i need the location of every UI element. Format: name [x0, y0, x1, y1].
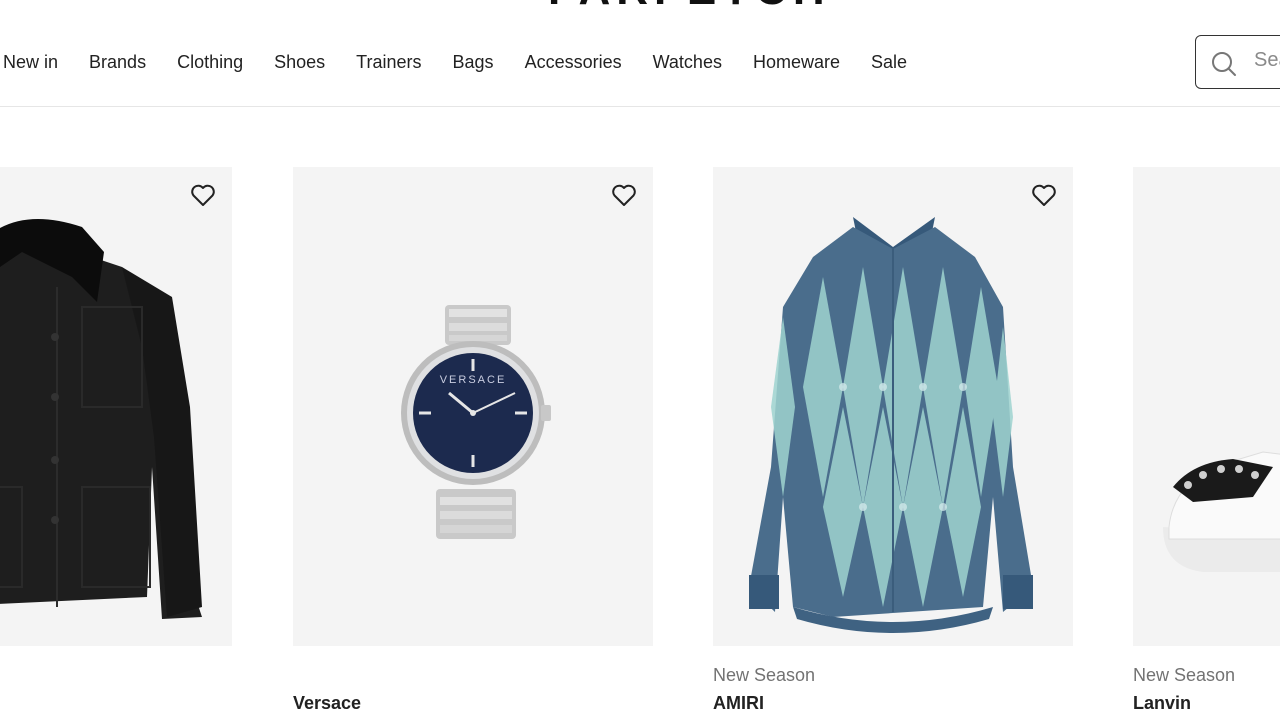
product-image[interactable]	[713, 167, 1073, 646]
lanvin-sneaker-image	[1163, 451, 1280, 572]
brand-name[interactable]: Versace	[293, 691, 653, 715]
product-meta: New Season AMIRI	[713, 664, 1073, 715]
season-label	[293, 664, 653, 686]
season-label	[0, 664, 232, 686]
product-image[interactable]	[0, 167, 232, 646]
product-card[interactable]: VERSACE Versace	[293, 167, 653, 713]
versace-watch-image: VERSACE	[401, 305, 551, 539]
brand-name[interactable]: AMIRI	[713, 691, 1073, 715]
watch-dial-text: VERSACE	[440, 374, 507, 386]
product-listing-page: FARFETCH New in Brands Clothing Shoes Tr…	[0, 0, 1280, 720]
product-card[interactable]: New Season AMIRI	[713, 167, 1073, 713]
wishlist-heart-icon[interactable]	[611, 183, 637, 207]
search-icon[interactable]	[1210, 50, 1238, 78]
site-header: FARFETCH New in Brands Clothing Shoes Tr…	[0, 0, 1280, 107]
nav-item-clothing[interactable]: Clothing	[177, 48, 258, 76]
main-nav: New in Brands Clothing Shoes Trainers Ba…	[3, 48, 938, 76]
nav-item-brands[interactable]: Brands	[89, 48, 161, 76]
black-jacket-image	[0, 219, 202, 619]
wishlist-heart-icon[interactable]	[190, 183, 216, 207]
product-image[interactable]	[1133, 167, 1280, 646]
nav-item-trainers[interactable]: Trainers	[356, 48, 436, 76]
product-card[interactable]: New Season Lanvin	[1133, 167, 1280, 713]
product-meta	[0, 664, 232, 691]
search-box[interactable]	[1195, 35, 1280, 89]
brand-name[interactable]: Lanvin	[1133, 691, 1280, 715]
nav-item-new-in[interactable]: New in	[3, 48, 73, 76]
wishlist-heart-icon[interactable]	[1031, 183, 1057, 207]
season-label: New Season	[1133, 665, 1236, 685]
nav-item-sale[interactable]: Sale	[871, 48, 922, 76]
search-input[interactable]	[1252, 48, 1280, 73]
nav-item-bags[interactable]: Bags	[453, 48, 509, 76]
product-image[interactable]: VERSACE	[293, 167, 653, 646]
site-logo[interactable]: FARFETCH	[548, 0, 831, 10]
product-meta: Versace	[293, 664, 653, 715]
product-meta: New Season Lanvin	[1133, 664, 1280, 715]
season-label: New Season	[713, 665, 816, 685]
nav-item-shoes[interactable]: Shoes	[274, 48, 340, 76]
nav-item-watches[interactable]: Watches	[653, 48, 737, 76]
nav-item-accessories[interactable]: Accessories	[525, 48, 637, 76]
amiri-shirt-image	[749, 217, 1033, 633]
product-card[interactable]	[0, 167, 232, 646]
nav-item-homeware[interactable]: Homeware	[753, 48, 855, 76]
